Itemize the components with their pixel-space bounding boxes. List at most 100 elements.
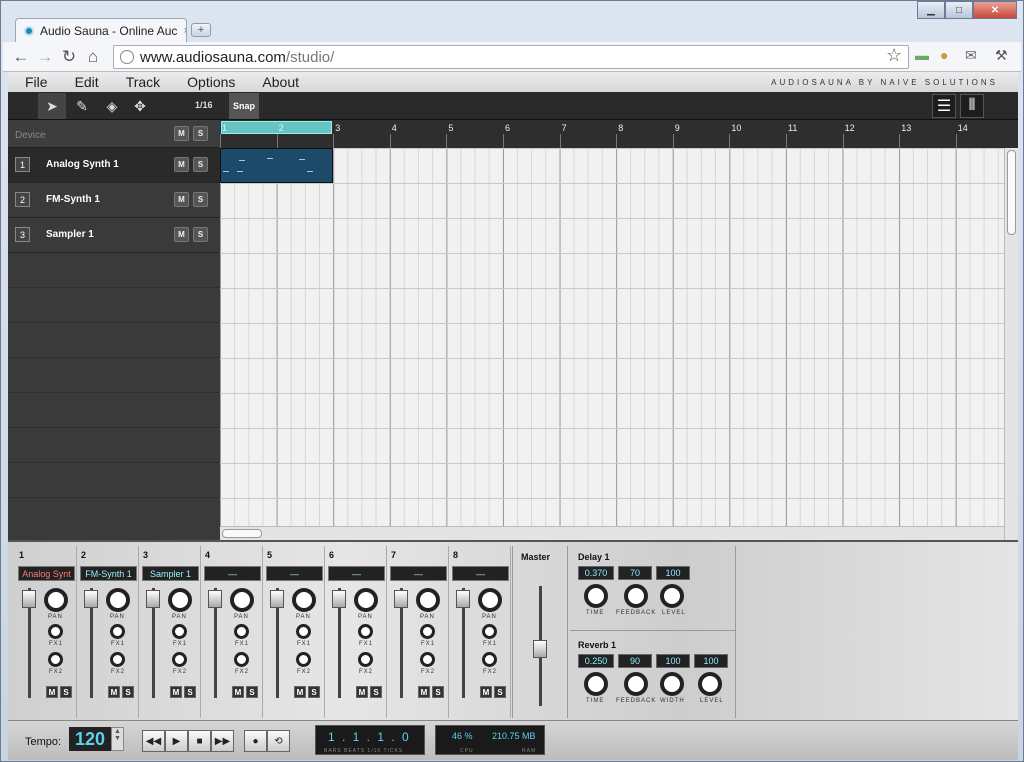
- delay-time-value[interactable]: 0.370: [578, 566, 614, 580]
- track-mute-button[interactable]: M: [174, 227, 189, 242]
- channel-device-select[interactable]: —: [452, 566, 509, 581]
- fx1-knob[interactable]: [358, 624, 373, 639]
- channel-fader-handle[interactable]: [208, 590, 222, 608]
- channel-device-select[interactable]: —: [328, 566, 385, 581]
- wrench-icon[interactable]: ⚒: [995, 47, 1008, 64]
- track-solo-button[interactable]: S: [193, 157, 208, 172]
- delay-level-knob[interactable]: [660, 584, 684, 608]
- channel-fader-handle[interactable]: [456, 590, 470, 608]
- pan-knob[interactable]: [354, 588, 378, 612]
- channel-mute-button[interactable]: M: [108, 686, 120, 698]
- reverb-level-value[interactable]: 100: [694, 654, 728, 668]
- channel-mute-button[interactable]: M: [170, 686, 182, 698]
- eraser-tool-icon[interactable]: ◈: [98, 93, 126, 119]
- fx1-knob[interactable]: [296, 624, 311, 639]
- fx1-knob[interactable]: [482, 624, 497, 639]
- midi-clip[interactable]: [220, 148, 333, 183]
- menu-track[interactable]: Track: [109, 74, 170, 90]
- channel-fader-handle[interactable]: [332, 590, 346, 608]
- address-bar[interactable]: www.audiosauna.com/studio/: [113, 45, 909, 69]
- pencil-tool-icon[interactable]: ✎: [68, 93, 96, 119]
- master-solo-button[interactable]: S: [193, 126, 208, 141]
- channel-fader-handle[interactable]: [22, 590, 36, 608]
- fx2-knob[interactable]: [110, 652, 125, 667]
- channel-fader-handle[interactable]: [270, 590, 284, 608]
- pan-knob[interactable]: [416, 588, 440, 612]
- menu-edit[interactable]: Edit: [58, 74, 109, 90]
- track-name[interactable]: FM-Synth 1: [46, 194, 100, 205]
- fx2-knob[interactable]: [420, 652, 435, 667]
- record-button[interactable]: ●: [244, 730, 267, 752]
- delay-level-value[interactable]: 100: [656, 566, 690, 580]
- fx2-knob[interactable]: [48, 652, 63, 667]
- tab-close-icon[interactable]: ×: [183, 25, 186, 37]
- move-tool-icon[interactable]: ✥: [126, 93, 154, 119]
- rewind-button[interactable]: ◀◀: [142, 730, 165, 752]
- horizontal-scrollbar[interactable]: [220, 526, 1004, 540]
- reverb-time-knob[interactable]: [584, 672, 608, 696]
- maximize-button[interactable]: □: [945, 1, 973, 19]
- sequencer-grid[interactable]: [220, 148, 1004, 526]
- menu-about[interactable]: About: [245, 74, 309, 90]
- close-window-button[interactable]: ✕: [973, 1, 1017, 19]
- channel-fader-handle[interactable]: [84, 590, 98, 608]
- fx1-knob[interactable]: [420, 624, 435, 639]
- channel-mute-button[interactable]: M: [480, 686, 492, 698]
- channel-solo-button[interactable]: S: [184, 686, 196, 698]
- fx2-knob[interactable]: [358, 652, 373, 667]
- channel-device-select[interactable]: Sampler 1: [142, 566, 199, 581]
- track-row[interactable]: 2 FM-Synth 1 M S: [8, 183, 220, 218]
- fx2-knob[interactable]: [172, 652, 187, 667]
- reverb-feedback-knob[interactable]: [624, 672, 648, 696]
- reload-icon[interactable]: ↻: [57, 45, 81, 69]
- browser-tab[interactable]: Audio Sauna - Online Auc ×: [15, 18, 187, 42]
- channel-solo-button[interactable]: S: [246, 686, 258, 698]
- fx1-knob[interactable]: [172, 624, 187, 639]
- fx2-knob[interactable]: [234, 652, 249, 667]
- channel-device-select[interactable]: —: [390, 566, 447, 581]
- channel-mute-button[interactable]: M: [294, 686, 306, 698]
- scroll-thumb[interactable]: [1007, 150, 1016, 235]
- pan-knob[interactable]: [106, 588, 130, 612]
- reverb-level-knob[interactable]: [698, 672, 722, 696]
- delay-time-knob[interactable]: [584, 584, 608, 608]
- channel-device-select[interactable]: —: [204, 566, 261, 581]
- channel-mute-button[interactable]: M: [418, 686, 430, 698]
- fast-forward-button[interactable]: ▶▶: [211, 730, 234, 752]
- pan-knob[interactable]: [168, 588, 192, 612]
- stop-button[interactable]: ■: [188, 730, 211, 752]
- master-fader-handle[interactable]: [533, 640, 547, 658]
- track-solo-button[interactable]: S: [193, 227, 208, 242]
- channel-solo-button[interactable]: S: [370, 686, 382, 698]
- tempo-value[interactable]: 120: [69, 727, 111, 751]
- mixer-view-icon[interactable]: ⦀: [960, 94, 984, 118]
- master-mute-button[interactable]: M: [174, 126, 189, 141]
- channel-mute-button[interactable]: M: [232, 686, 244, 698]
- play-button[interactable]: ▶: [165, 730, 188, 752]
- tempo-spinner[interactable]: ▲ ▼: [111, 727, 124, 751]
- channel-solo-button[interactable]: S: [122, 686, 134, 698]
- channel-device-select[interactable]: FM-Synth 1: [80, 566, 137, 581]
- new-tab-button[interactable]: +: [191, 23, 211, 37]
- track-mute-button[interactable]: M: [174, 157, 189, 172]
- loop-button[interactable]: ⟲: [267, 730, 290, 752]
- timeline-ruler[interactable]: 1 2 3 4 5 6 7 8 9 10 11 12 13 14: [220, 120, 1018, 148]
- pointer-tool-icon[interactable]: ➤: [38, 93, 66, 119]
- fx2-knob[interactable]: [296, 652, 311, 667]
- bookmark-star-icon[interactable]: ☆: [886, 45, 902, 66]
- reverb-width-knob[interactable]: [660, 672, 684, 696]
- track-row[interactable]: 3 Sampler 1 M S: [8, 218, 220, 253]
- channel-device-select[interactable]: —: [266, 566, 323, 581]
- fx1-knob[interactable]: [48, 624, 63, 639]
- channel-mute-button[interactable]: M: [356, 686, 368, 698]
- home-icon[interactable]: ⌂: [81, 45, 105, 69]
- channel-fader-handle[interactable]: [146, 590, 160, 608]
- reverb-width-value[interactable]: 100: [656, 654, 690, 668]
- quantize-value[interactable]: 1/16: [195, 100, 213, 110]
- back-icon[interactable]: ←: [9, 45, 33, 69]
- loop-region[interactable]: [221, 121, 332, 134]
- channel-solo-button[interactable]: S: [432, 686, 444, 698]
- fx1-knob[interactable]: [234, 624, 249, 639]
- extension-battery-icon[interactable]: ▬: [915, 47, 929, 63]
- track-solo-button[interactable]: S: [193, 192, 208, 207]
